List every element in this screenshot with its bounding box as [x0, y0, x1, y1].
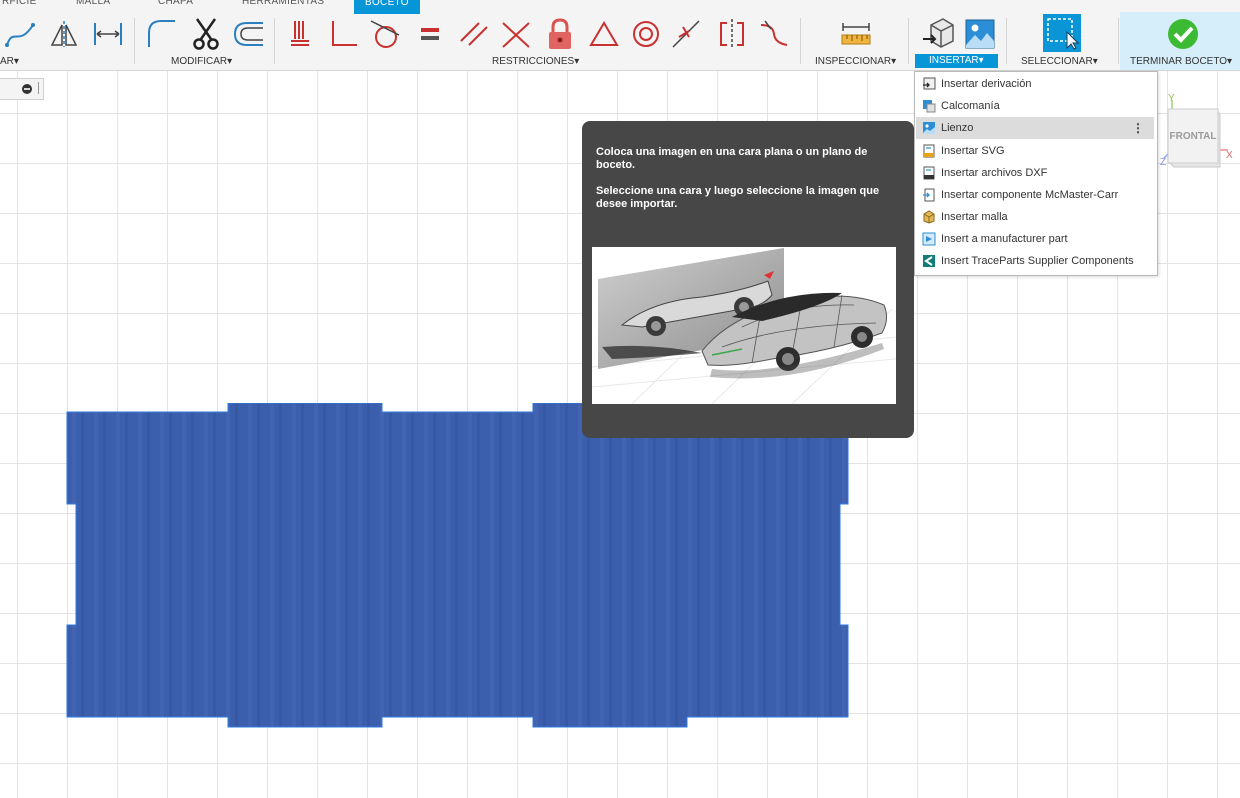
finish-sketch-button[interactable] — [1165, 16, 1201, 52]
coincident-icon — [502, 22, 530, 48]
scissors-icon — [193, 18, 219, 50]
mirror-tool[interactable] — [46, 16, 82, 52]
select-tool[interactable] — [1043, 14, 1081, 52]
midpoint-icon — [672, 20, 700, 48]
inspeccionar-menu[interactable]: INSPECCIONAR▾ — [815, 56, 896, 67]
tooltip-description-line1: Coloca una imagen en una cara plana o un… — [596, 146, 868, 158]
axis-x-label: X — [1226, 150, 1233, 161]
tangent-icon — [370, 20, 400, 48]
more-options-icon[interactable]: ⋮ — [1132, 121, 1144, 135]
select-box-icon — [1047, 18, 1079, 50]
offset-tool[interactable] — [230, 16, 266, 52]
tooltip-description-line2: boceto. — [596, 159, 636, 171]
check-circle-icon — [1168, 19, 1198, 49]
concentric-constraint[interactable] — [628, 16, 664, 52]
modificar-menu[interactable]: MODIFICAR▾ — [171, 56, 232, 67]
tooltip-instruction-line1: Seleccione una cara y luego seleccione l… — [596, 185, 880, 197]
symmetry-constraint[interactable] — [714, 16, 750, 52]
dimension-icon — [94, 23, 122, 45]
insert-dropdown-menu: Insertar derivación Calcomanía Lienzo ⋮ … — [914, 71, 1158, 276]
triangle-icon — [589, 21, 619, 46]
parallel-constraint[interactable] — [456, 16, 492, 52]
svg-file-icon — [923, 144, 935, 158]
coincident-constraint[interactable] — [498, 16, 534, 52]
seleccionar-menu[interactable]: SELECCIONAR▾ — [1021, 56, 1098, 67]
insert-canvas-tool[interactable] — [962, 16, 998, 52]
equal-constraint[interactable] — [412, 16, 448, 52]
mirror-icon — [50, 21, 78, 47]
measure-tool[interactable] — [838, 16, 874, 52]
insert-derive-tool[interactable] — [920, 16, 956, 52]
perpendicular-icon — [332, 21, 357, 46]
spline-tool[interactable] — [2, 16, 38, 52]
concentric-icon — [633, 21, 659, 47]
menu-item-insertar-svg[interactable]: Insertar SVG — [916, 140, 1154, 162]
parallel-icon — [460, 22, 488, 46]
image-icon — [965, 19, 995, 49]
manufacturer-part-icon — [922, 232, 936, 246]
sketch-profile[interactable] — [66, 403, 850, 728]
midpoint-constraint[interactable] — [668, 16, 704, 52]
trim-tool[interactable] — [188, 16, 224, 52]
minus-circle-icon[interactable] — [21, 83, 33, 95]
tooltip-instruction-line2: desee importar. — [596, 198, 678, 210]
lock-icon — [549, 18, 571, 49]
sketch-toolbar: RFICIE MALLA CHAPA HERRAMIENTAS BOCETO A… — [0, 0, 1240, 71]
menu-item-insertar-dxf[interactable]: Insertar archivos DXF — [916, 162, 1154, 184]
restricciones-menu[interactable]: RESTRICCIONES▾ — [492, 56, 579, 67]
fix-icon — [291, 21, 309, 46]
view-cube-face-label[interactable]: FRONTAL — [1168, 131, 1218, 142]
axis-z-label: Z — [1160, 157, 1167, 168]
curvature-icon — [760, 20, 788, 46]
menu-item-lienzo[interactable]: Lienzo ⋮ — [916, 117, 1154, 139]
tangent-constraint[interactable] — [368, 16, 404, 52]
dimension-tool[interactable] — [90, 16, 126, 52]
tab-herramientas[interactable]: HERRAMIENTAS — [242, 0, 324, 12]
mesh-icon — [923, 210, 935, 224]
dxf-file-icon — [923, 166, 935, 180]
decal-icon — [923, 100, 936, 113]
menu-item-insertar-malla[interactable]: Insertar malla — [916, 206, 1154, 228]
fillet-tool[interactable] — [144, 16, 180, 52]
canvas-tooltip: Coloca una imagen en una cara plana o un… — [582, 121, 914, 438]
menu-item-mcmaster-carr[interactable]: Insertar componente McMaster-Carr — [916, 184, 1154, 206]
tab-malla[interactable]: MALLA — [76, 0, 110, 12]
traceparts-icon — [923, 255, 935, 267]
derive-icon — [923, 77, 936, 90]
perpendicular-constraint[interactable] — [326, 16, 362, 52]
fix-constraint[interactable] — [284, 16, 320, 52]
tooltip-car-illustration — [591, 247, 897, 405]
symmetry-icon — [720, 19, 744, 49]
ruler-icon — [841, 23, 871, 45]
view-cube[interactable]: FRONTAL Y X Z — [1160, 93, 1236, 175]
spline-icon — [5, 23, 35, 47]
browser-panel-control[interactable] — [0, 78, 44, 100]
lock-constraint[interactable] — [542, 16, 578, 52]
tab-boceto[interactable]: BOCETO — [354, 0, 420, 14]
menu-item-traceparts[interactable]: Insert TraceParts Supplier Components — [916, 250, 1154, 272]
canvas-icon — [923, 122, 935, 134]
tab-chapa[interactable]: CHAPA — [158, 0, 193, 12]
mcmaster-icon — [923, 188, 935, 202]
triangle-constraint[interactable] — [586, 16, 622, 52]
terminar-boceto-menu[interactable]: TERMINAR BOCETO▾ — [1130, 56, 1232, 67]
axis-y-label: Y — [1168, 93, 1175, 104]
insertar-menu[interactable]: INSERTAR▾ — [915, 54, 998, 68]
insert-derive-icon — [923, 18, 954, 48]
curvature-constraint[interactable] — [756, 16, 792, 52]
menu-item-insertar-derivacion[interactable]: Insertar derivación — [916, 73, 1154, 95]
fillet-icon — [148, 20, 175, 47]
equal-icon — [421, 28, 439, 40]
menu-item-manufacturer-part[interactable]: Insert a manufacturer part — [916, 228, 1154, 250]
tab-superficie[interactable]: RFICIE — [2, 0, 37, 12]
menu-item-calcomania[interactable]: Calcomanía — [916, 95, 1154, 117]
crear-menu[interactable]: AR▾ — [0, 56, 19, 67]
offset-icon — [233, 22, 263, 46]
